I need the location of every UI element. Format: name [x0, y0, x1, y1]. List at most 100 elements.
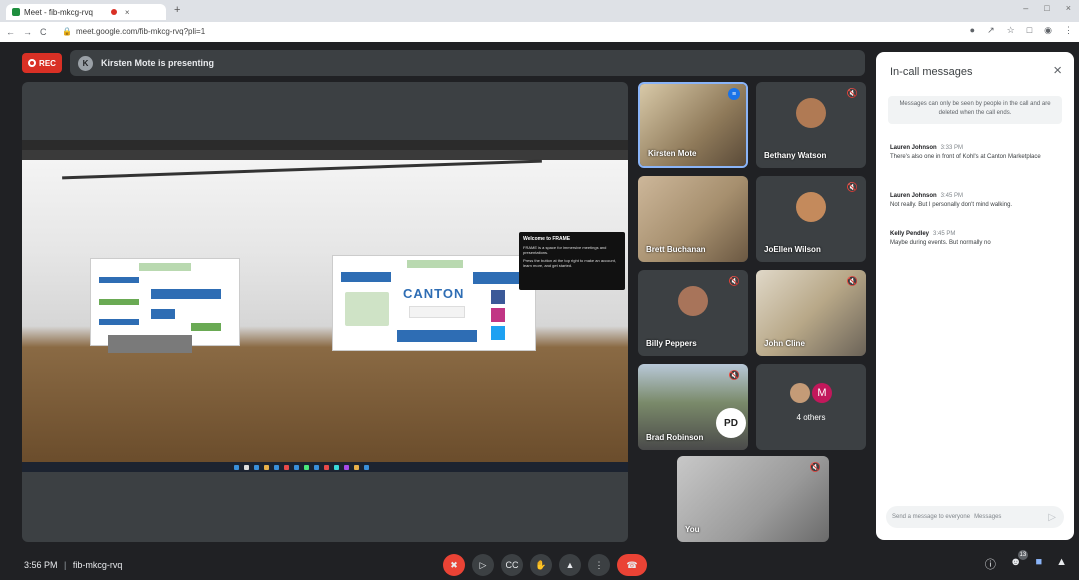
camera-permission-icon[interactable]: ●	[970, 25, 975, 36]
side-controls: ⓘ ☻ 13 ■ ▲	[985, 550, 1067, 572]
mic-off-icon: 🔇	[728, 276, 740, 286]
new-tab-button[interactable]: +	[174, 4, 180, 16]
participant-avatar	[796, 97, 826, 128]
forward-button[interactable]: →	[23, 27, 32, 37]
captions-button[interactable]: CC	[501, 554, 523, 576]
presenting-bar: K Kirsten Mote is presenting	[70, 50, 865, 76]
meeting-code: fib-mkcg-rvq	[72, 560, 123, 570]
instagram-icon	[491, 308, 505, 322]
presenting-text: Kirsten Mote is presenting	[101, 58, 215, 68]
chat-input-label: Messages	[974, 514, 1002, 520]
lock-icon: 🔒	[62, 27, 72, 36]
participant-name: Brett Buchanan	[646, 245, 706, 254]
twitter-icon	[491, 326, 505, 340]
rec-label: REC	[39, 58, 56, 68]
address-bar[interactable]: 🔒 meet.google.com/fib-mkcg-rvq?pli=1	[62, 24, 932, 39]
message-text: Maybe during events. But normally no	[890, 240, 991, 246]
message-author: Lauren Johnson	[890, 193, 937, 199]
participant-count-badge: 13	[1017, 550, 1028, 560]
share-icon[interactable]: ↗	[987, 25, 995, 36]
minimize-button[interactable]: –	[1023, 3, 1028, 13]
ceiling-track	[62, 159, 542, 180]
camera-button[interactable]: ▷	[472, 554, 494, 576]
participant-avatar-letter: M	[812, 383, 832, 404]
chat-icon[interactable]: ■	[1035, 556, 1042, 572]
pd-logo: PD	[716, 408, 746, 438]
reload-button[interactable]: C	[40, 27, 47, 37]
participant-tile[interactable]: 🔇 John Cline	[756, 270, 866, 356]
profile-avatar-icon[interactable]: ◉	[1044, 25, 1052, 36]
end-call-button[interactable]: ☎	[617, 554, 647, 576]
browser-tab[interactable]: Meet - fib-mkcg-rvq ×	[6, 4, 166, 20]
popup-body-1: FRAME is a space for immersive meetings …	[523, 245, 607, 255]
message-text: Not really. But I personally don't mind …	[890, 202, 1013, 208]
mic-off-icon: 🔇	[846, 182, 858, 192]
self-view-tile[interactable]: 🔇 You	[677, 456, 829, 542]
raise-hand-button[interactable]: ✋	[530, 554, 552, 576]
participant-avatar	[796, 191, 826, 222]
participant-tile[interactable]: 🔇 Billy Peppers	[638, 270, 748, 356]
tab-close-icon[interactable]: ×	[125, 8, 130, 17]
frame-welcome-popup[interactable]: Welcome to FRAME FRAME is a space for im…	[519, 232, 625, 290]
chat-input[interactable]: Send a message to everyone Messages ▷	[886, 506, 1064, 528]
gallery-panel-center: CANTON	[332, 255, 536, 351]
participant-tile[interactable]: Brett Buchanan	[638, 176, 748, 262]
speaking-icon: ≡	[728, 88, 740, 100]
close-chat-button[interactable]: ×	[1053, 62, 1062, 79]
maximize-button[interactable]: □	[1044, 3, 1049, 13]
windows-taskbar	[22, 462, 628, 472]
mic-off-icon: 🔇	[846, 88, 858, 98]
separator: |	[64, 560, 67, 570]
participant-tile[interactable]: PD 🔇 Brad Robinson	[638, 364, 748, 450]
participant-tile[interactable]: 🔇 JoEllen Wilson	[756, 176, 866, 262]
call-controls: ✖ ▷ CC ✋ ▲ ⋮ ☎	[443, 554, 647, 576]
present-button[interactable]: ▲	[559, 554, 581, 576]
chat-title: In-call messages	[890, 66, 973, 78]
participant-avatar	[790, 383, 810, 404]
bookmark-star-icon[interactable]: ☆	[1007, 25, 1015, 36]
meeting-info-icon[interactable]: ⓘ	[985, 556, 996, 572]
browser-chrome: Meet - fib-mkcg-rvq × + – □ × ← → C 🔒 me…	[0, 0, 1079, 42]
mic-off-icon: 🔇	[846, 276, 858, 286]
send-icon[interactable]: ▷	[1048, 512, 1056, 523]
participant-avatar	[678, 285, 708, 316]
sidepanel-icon[interactable]: □	[1027, 25, 1032, 36]
close-window-button[interactable]: ×	[1066, 3, 1071, 13]
window-controls: – □ ×	[1023, 3, 1071, 13]
chat-panel: In-call messages × Messages can only be …	[876, 52, 1074, 540]
message-author: Kelly Pendley	[890, 231, 930, 237]
pedestal	[108, 335, 192, 353]
chat-input-placeholder: Send a message to everyone	[892, 514, 971, 520]
presenter-avatar: K	[78, 55, 93, 71]
participant-name: You	[685, 525, 700, 534]
participant-tile[interactable]: ≡ Kirsten Mote	[638, 82, 748, 168]
meeting-time-code: 3:56 PM | fib-mkcg-rvq	[24, 560, 122, 570]
people-icon[interactable]: ☻ 13	[1010, 550, 1028, 572]
participant-name: JoEllen Wilson	[764, 245, 821, 254]
participant-name: Kirsten Mote	[648, 149, 697, 158]
back-button[interactable]: ←	[6, 27, 15, 37]
chat-message: Kelly Pendley 3:45 PM Maybe during events…	[890, 230, 1064, 248]
message-text: There's also one in front of Kohl's at C…	[890, 154, 1041, 160]
message-time: 3:45 PM	[933, 231, 956, 237]
others-count-label: 4 others	[796, 413, 826, 422]
recording-badge: REC	[22, 53, 62, 73]
others-avatars: M	[790, 383, 832, 404]
more-options-button[interactable]: ⋮	[588, 554, 610, 576]
mic-off-button[interactable]: ✖	[443, 554, 465, 576]
facebook-icon	[491, 290, 505, 304]
meet-window: REC K Kirsten Mote is presenting CANTON …	[0, 42, 1079, 580]
presentation-stage[interactable]: CANTON Welcome to FRAME FRAME is a space…	[22, 82, 628, 542]
virtual-gallery-room: CANTON Welcome to FRAME FRAME is a space…	[22, 159, 628, 462]
mic-off-icon: 🔇	[728, 370, 740, 380]
chat-message: Lauren Johnson 3:33 PM There's also one i…	[890, 144, 1064, 162]
participant-name: John Cline	[764, 339, 805, 348]
participant-tile[interactable]: 🔇 Bethany Watson	[756, 82, 866, 168]
menu-kebab-icon[interactable]: ⋮	[1064, 25, 1073, 36]
activities-icon[interactable]: ▲	[1056, 556, 1067, 572]
chat-notice: Messages can only be seen by people in t…	[888, 96, 1062, 124]
shared-screen: CANTON Welcome to FRAME FRAME is a space…	[22, 140, 628, 472]
gallery-panel-left	[90, 258, 240, 346]
participant-name: Bethany Watson	[764, 151, 827, 160]
participant-tile-others[interactable]: M 4 others	[756, 364, 866, 450]
